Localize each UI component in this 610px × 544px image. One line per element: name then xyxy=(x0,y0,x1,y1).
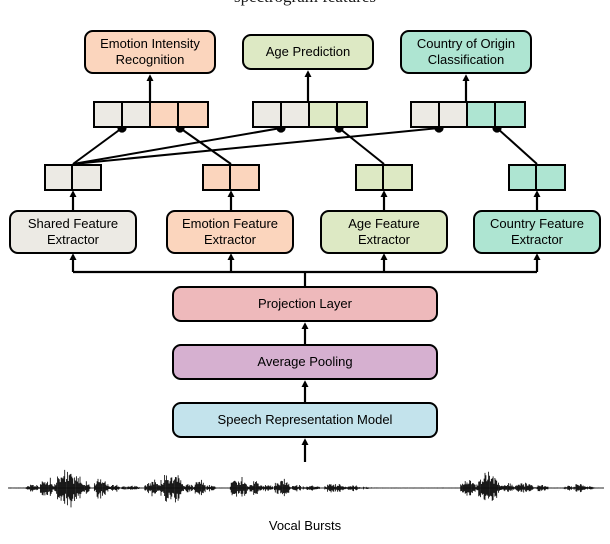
country-token-row xyxy=(410,101,526,128)
projection-layer[interactable]: Projection Layer xyxy=(172,286,438,322)
projection-bus xyxy=(69,253,541,286)
emotion-feature-extractor-line2: Extractor xyxy=(203,232,256,247)
token-cell-shared xyxy=(412,103,441,126)
token-cell-age xyxy=(384,166,411,189)
token-cell-country xyxy=(496,103,524,126)
task-head-age-prediction[interactable]: Age Prediction xyxy=(242,34,374,70)
task-head-age-line1: Age Prediction xyxy=(265,44,351,60)
age-feature-tokens xyxy=(355,164,413,191)
country-feature-extractor-line2: Extractor xyxy=(510,232,563,247)
task-head-country-line1: Country of Origin xyxy=(416,36,516,52)
token-cell-shared xyxy=(440,103,469,126)
speech-representation-model[interactable]: Speech Representation Model xyxy=(172,402,438,438)
token-cell-shared xyxy=(46,166,74,189)
task-head-country-of-origin-classification[interactable]: Country of Origin Classification xyxy=(400,30,532,74)
waveform-svg xyxy=(7,469,605,508)
token-cell-emotion xyxy=(204,166,232,189)
average-pooling[interactable]: Average Pooling xyxy=(172,344,438,380)
country-feature-extractor[interactable]: Country Feature Extractor xyxy=(473,210,601,254)
token-cell-emotion xyxy=(151,103,180,126)
token-cell-country xyxy=(468,103,497,126)
input-caption-label: Vocal Bursts xyxy=(268,518,342,533)
country-feature-extractor-line1: Country Feature xyxy=(490,216,584,232)
shared-fanout-lines xyxy=(72,127,440,165)
emotion-feature-extractor-line1: Emotion Feature xyxy=(181,216,279,232)
age-feature-extractor-line1: Age Feature xyxy=(348,216,420,232)
token-cell-emotion xyxy=(231,166,258,189)
token-cell-shared xyxy=(282,103,311,126)
task-head-emotion-line1: Emotion Intensity xyxy=(100,36,200,52)
token-cell-shared xyxy=(95,103,124,126)
emotion-token-row xyxy=(93,101,209,128)
age-feature-extractor[interactable]: Age Feature Extractor xyxy=(320,210,448,254)
token-cell-country xyxy=(537,166,564,189)
emotion-feature-tokens xyxy=(202,164,260,191)
task-head-country-line2: Classification xyxy=(427,52,505,67)
token-cell-shared xyxy=(123,103,152,126)
token-cell-age xyxy=(357,166,385,189)
input-caption: Vocal Bursts xyxy=(252,518,358,533)
speech-representation-model-label: Speech Representation Model xyxy=(217,412,393,428)
token-cell-country xyxy=(510,166,538,189)
average-pooling-label: Average Pooling xyxy=(257,354,353,370)
shared-feature-tokens xyxy=(44,164,102,191)
age-token-row xyxy=(252,101,368,128)
architecture-diagram: spectrogram features xyxy=(0,0,610,544)
country-feature-tokens xyxy=(508,164,566,191)
task-head-emotion-line2: Recognition xyxy=(115,52,185,67)
projection-layer-label: Projection Layer xyxy=(258,296,352,312)
token-cell-age xyxy=(338,103,366,126)
shared-feature-extractor-line1: Shared Feature xyxy=(27,216,119,232)
token-cell-shared xyxy=(73,166,100,189)
task-head-emotion-intensity-recognition[interactable]: Emotion Intensity Recognition xyxy=(84,30,216,74)
age-feature-extractor-line2: Extractor xyxy=(357,232,410,247)
task-specific-lines xyxy=(179,127,538,165)
shared-feature-extractor-line2: Extractor xyxy=(46,232,99,247)
clipped-caption-above: spectrogram features xyxy=(0,0,610,7)
token-cell-age xyxy=(310,103,339,126)
token-cell-emotion xyxy=(179,103,207,126)
extractor-to-token-arrows xyxy=(69,190,541,210)
vocal-bursts-waveform xyxy=(7,462,605,514)
emotion-feature-extractor[interactable]: Emotion Feature Extractor xyxy=(166,210,294,254)
token-cell-shared xyxy=(254,103,283,126)
shared-feature-extractor[interactable]: Shared Feature Extractor xyxy=(9,210,137,254)
